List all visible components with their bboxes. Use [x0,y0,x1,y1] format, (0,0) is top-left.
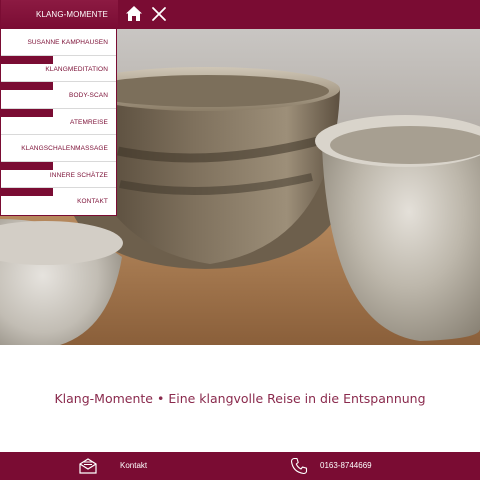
menu-item-accent [1,55,53,64]
home-icon[interactable] [125,5,143,23]
menu-item-susanne-kamphausen[interactable]: SUSANNE KAMPHAUSEN [1,29,116,56]
tagline-brand: Klang-Momente [54,391,153,406]
menu-item-klangmeditation[interactable]: KLANGMEDITATION [1,55,116,82]
menu-title: KLANG-MOMENTE [36,10,108,19]
menu-item-innere-schaetze[interactable]: INNERE SCHÄTZE [1,161,116,188]
main-menu: KLANG-MOMENTE SUSANNE KAMPHAUSEN KLANGME… [0,0,118,216]
menu-item-label: ATEMREISE [70,118,108,126]
menu-item-label: SUSANNE KAMPHAUSEN [27,39,108,46]
menu-item-kontakt[interactable]: KONTAKT [1,188,116,215]
menu-item-accent [1,161,53,170]
footer-contact-link[interactable]: Kontakt [120,461,147,470]
menu-item-atemreise[interactable]: ATEMREISE [1,108,116,135]
menu-item-label: KLANGMEDITATION [45,65,108,73]
menu-item-label: KLANGSCHALENMASSAGE [21,145,108,152]
menu-item-accent [1,82,53,90]
tagline: Klang-Momente • Eine klangvolle Reise in… [0,391,480,406]
menu-item-label: BODY-SCAN [69,92,108,99]
footer-bar: Kontakt 0163-8744669 [0,452,480,480]
menu-item-label: INNERE SCHÄTZE [49,171,108,179]
tagline-separator: • [156,391,165,406]
close-icon[interactable] [151,6,167,22]
footer-phone-number[interactable]: 0163-8744669 [320,461,372,470]
menu-item-accent [1,108,53,117]
menu-item-accent [1,188,53,196]
mail-icon[interactable] [78,457,98,475]
menu-item-klangschalenmassage[interactable]: KLANGSCHALENMASSAGE [1,135,116,162]
menu-item-body-scan[interactable]: BODY-SCAN [1,82,116,109]
tagline-text: Eine klangvolle Reise in die Entspannung [168,391,426,406]
phone-icon[interactable] [290,457,308,475]
menu-title-item[interactable]: KLANG-MOMENTE [1,0,118,29]
menu-item-label: KONTAKT [77,198,108,205]
